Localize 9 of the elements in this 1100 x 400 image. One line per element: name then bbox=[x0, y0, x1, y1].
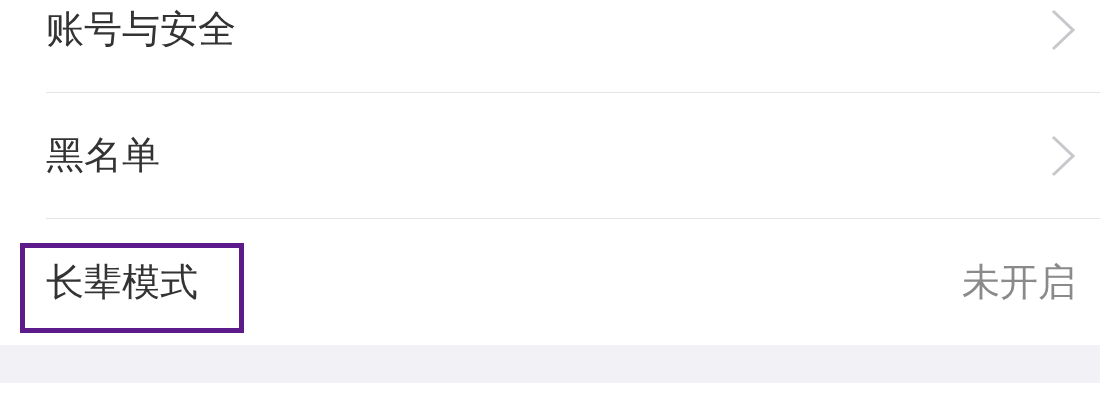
chevron-right-icon bbox=[1050, 133, 1076, 178]
chevron-right-icon bbox=[1050, 7, 1076, 52]
settings-row[interactable]: 账号与安全 bbox=[46, 0, 1100, 93]
row-label: 长辈模式 bbox=[46, 258, 198, 306]
row-value: 未开启 bbox=[962, 258, 1076, 306]
row-label: 黑名单 bbox=[46, 132, 160, 179]
row-label: 账号与安全 bbox=[46, 6, 236, 53]
settings-row[interactable]: 长辈模式 未开启 bbox=[46, 219, 1100, 345]
settings-row[interactable]: 黑名单 bbox=[46, 93, 1100, 219]
